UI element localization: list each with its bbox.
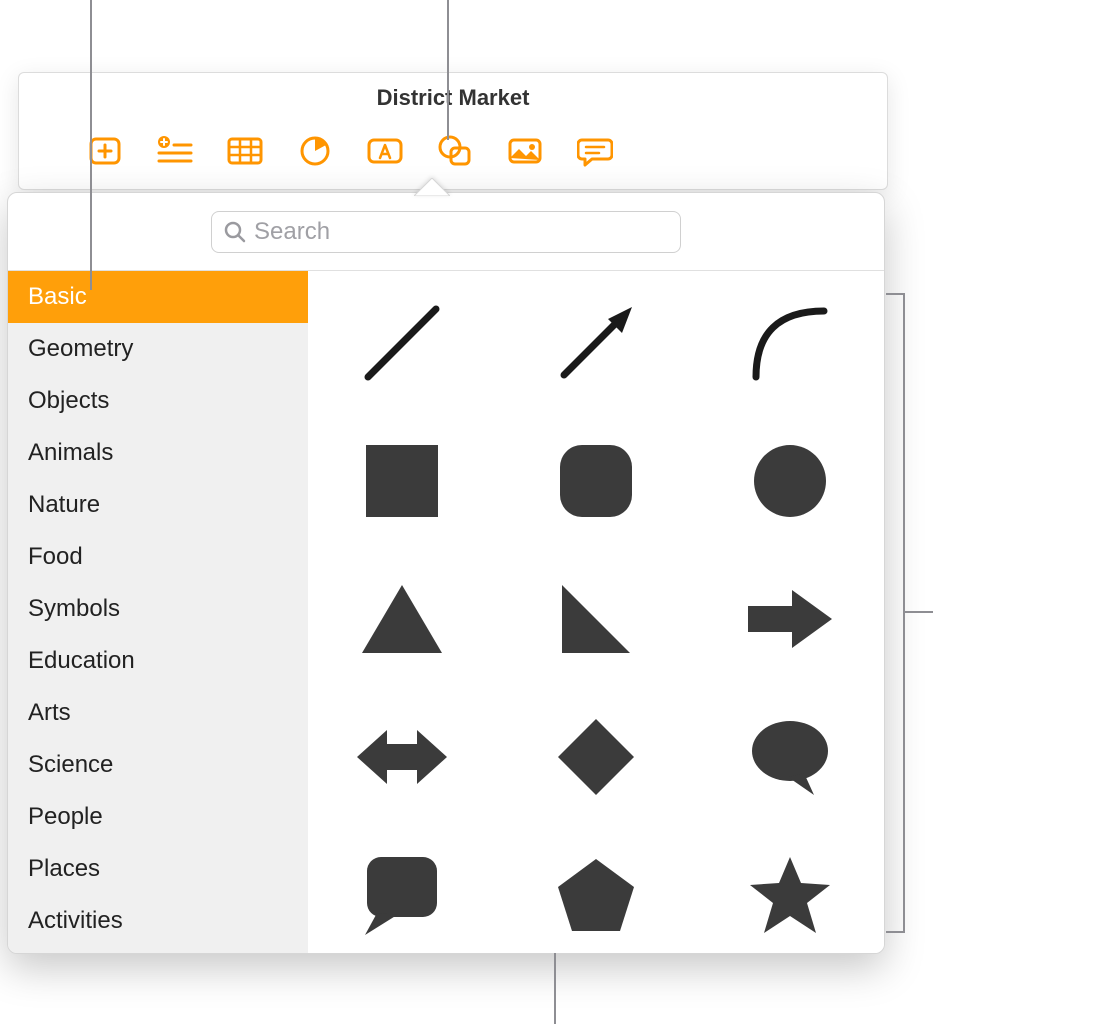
category-nature[interactable]: Nature [8, 479, 308, 531]
square-callout-icon [361, 853, 443, 937]
rounded-square-icon [556, 441, 636, 521]
category-food[interactable]: Food [8, 531, 308, 583]
search-input[interactable] [254, 218, 668, 246]
callout-leader [90, 0, 92, 290]
curve-icon [744, 297, 836, 389]
add-list-icon [157, 136, 193, 166]
category-label: Arts [28, 699, 71, 726]
chart-button[interactable] [293, 131, 337, 171]
square-icon [362, 441, 442, 521]
arrow-line-shape[interactable] [546, 297, 646, 389]
category-label: Basic [28, 283, 87, 310]
callout-leader [447, 0, 449, 140]
right-arrow-icon [744, 584, 836, 654]
popover-caret [414, 178, 450, 196]
search-icon [224, 221, 246, 243]
category-activities[interactable]: Activities [8, 895, 308, 947]
category-label: Nature [28, 491, 100, 518]
pie-chart-icon [299, 135, 331, 167]
category-education[interactable]: Education [8, 635, 308, 687]
category-animals[interactable]: Animals [8, 427, 308, 479]
callout-leader [903, 611, 933, 613]
line-icon [356, 297, 448, 389]
right-triangle-icon [556, 579, 636, 659]
category-label: Education [28, 647, 135, 674]
category-symbols[interactable]: Symbols [8, 583, 308, 635]
pentagon-shape[interactable] [546, 849, 646, 941]
double-arrow-shape[interactable] [352, 711, 452, 803]
category-label: Geometry [28, 335, 133, 362]
category-people[interactable]: People [8, 791, 308, 843]
callout-leader [903, 293, 905, 933]
star-shape[interactable] [740, 849, 840, 941]
text-box-button[interactable] [363, 131, 407, 171]
callout-leader [886, 293, 904, 295]
speech-bubble-icon [748, 717, 832, 797]
right-arrow-shape[interactable] [740, 573, 840, 665]
star-icon [746, 853, 834, 937]
text-box-icon [366, 136, 404, 166]
search-field[interactable] [211, 211, 681, 253]
callout-leader [886, 931, 904, 933]
category-basic[interactable]: Basic [8, 271, 308, 323]
category-label: Places [28, 855, 100, 882]
triangle-icon [358, 579, 446, 659]
category-label: Objects [28, 387, 109, 414]
callout-leader [554, 953, 556, 1024]
line-shape[interactable] [352, 297, 452, 389]
diamond-shape[interactable] [546, 711, 646, 803]
shape-icon [437, 134, 473, 168]
curve-shape[interactable] [740, 297, 840, 389]
double-arrow-icon [353, 722, 451, 792]
category-label: Food [28, 543, 83, 570]
circle-icon [750, 441, 830, 521]
rounded-square-shape[interactable] [546, 435, 646, 527]
category-places[interactable]: Places [8, 843, 308, 895]
category-geometry[interactable]: Geometry [8, 323, 308, 375]
speech-bubble-shape[interactable] [740, 711, 840, 803]
category-label: Science [28, 751, 113, 778]
search-row [8, 193, 884, 271]
shapes-popover: Basic Geometry Objects Animals Nature Fo… [7, 192, 885, 954]
category-objects[interactable]: Objects [8, 375, 308, 427]
arrow-line-icon [550, 297, 642, 389]
shape-pane [308, 271, 884, 953]
category-list: Basic Geometry Objects Animals Nature Fo… [8, 271, 308, 953]
table-button[interactable] [223, 131, 267, 171]
category-label: Symbols [28, 595, 120, 622]
table-icon [227, 136, 263, 166]
category-science[interactable]: Science [8, 739, 308, 791]
triangle-shape[interactable] [352, 573, 452, 665]
app-window: District Market [18, 72, 888, 190]
circle-shape[interactable] [740, 435, 840, 527]
category-arts[interactable]: Arts [8, 687, 308, 739]
category-label: People [28, 803, 103, 830]
category-label: Animals [28, 439, 113, 466]
square-callout-shape[interactable] [352, 849, 452, 941]
diamond-icon [554, 715, 638, 799]
window-title: District Market [19, 73, 887, 123]
shape-button[interactable] [433, 131, 477, 171]
comment-button[interactable] [573, 131, 617, 171]
add-list-button[interactable] [153, 131, 197, 171]
shape-grid [340, 297, 852, 941]
category-label: Activities [28, 907, 123, 934]
add-page-icon [88, 136, 122, 166]
comment-icon [577, 135, 613, 167]
square-shape[interactable] [352, 435, 452, 527]
image-icon [507, 136, 543, 166]
toolbar [19, 123, 887, 189]
media-button[interactable] [503, 131, 547, 171]
right-triangle-shape[interactable] [546, 573, 646, 665]
pentagon-icon [554, 855, 638, 935]
